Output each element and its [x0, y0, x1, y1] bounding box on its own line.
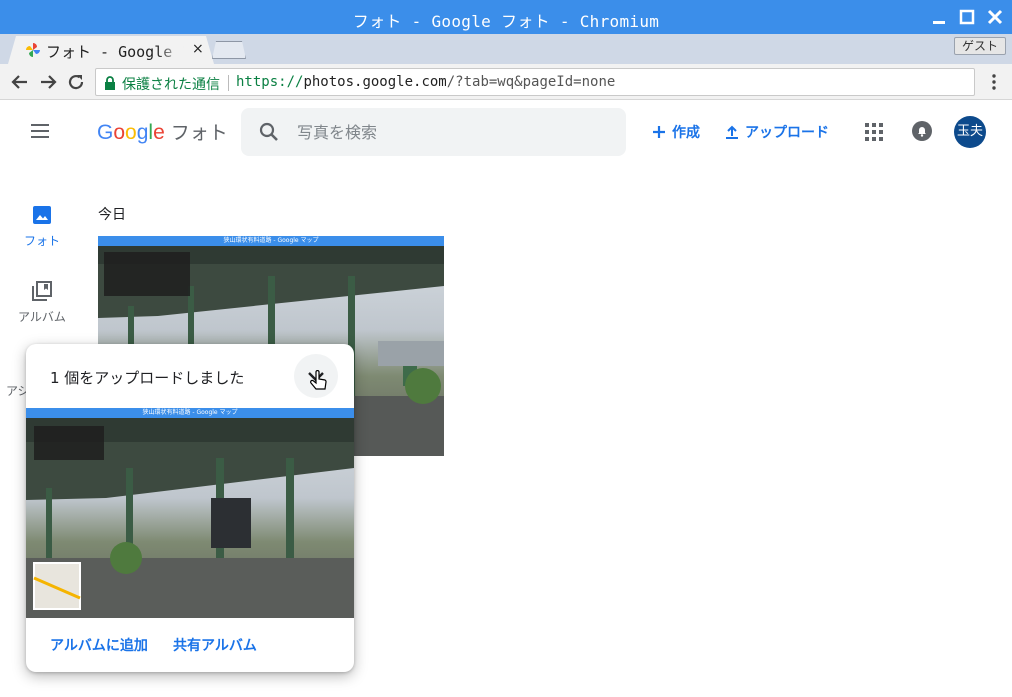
url-path: /?tab=wq&pageId=none [446, 74, 616, 90]
sidebar-item-photos[interactable]: フォト [2, 204, 82, 249]
browser-toolbar: 保護された通信 https://photos.google.com/?tab=w… [0, 64, 1012, 100]
reload-icon[interactable] [66, 72, 86, 92]
browser-menu-icon[interactable] [988, 74, 1000, 90]
screenshot-titlebar: 狭山環状有料道路 - Google マップ [98, 236, 444, 246]
tab-title: フォト - Google フォト [46, 43, 184, 61]
address-bar[interactable]: 保護された通信 https://photos.google.com/?tab=w… [95, 68, 975, 96]
minimize-icon[interactable] [930, 8, 948, 26]
tab-strip: フォト - Google フォト × ゲスト [0, 34, 1012, 64]
window-titlebar: フォト - Google フォト - Chromium [0, 0, 1012, 34]
window-title: フォト - Google フォト - Chromium [352, 12, 660, 31]
url-text[interactable]: https://photos.google.com/?tab=wq&pageId… [236, 74, 615, 90]
search-box[interactable] [241, 108, 626, 156]
forward-arrow-icon[interactable] [38, 72, 58, 92]
sidebar-item-albums[interactable]: アルバム [2, 280, 82, 325]
search-icon[interactable] [259, 122, 279, 142]
shared-album-button[interactable]: 共有アルバム [173, 635, 257, 655]
date-group-label: 今日 [98, 207, 126, 223]
upload-label: アップロード [745, 125, 829, 141]
google-photos-icon [26, 43, 40, 57]
product-name: フォト [170, 122, 228, 144]
main-menu-icon[interactable] [30, 122, 50, 140]
sidebar-item-label: フォト [23, 234, 60, 248]
create-button[interactable]: 作成 [652, 122, 700, 142]
tab-photos[interactable]: フォト - Google フォト × [8, 36, 214, 64]
add-to-album-button[interactable]: アルバムに追加 [50, 635, 148, 655]
toast-message: 1 個をアップロードしました [50, 369, 245, 387]
logo-letter: G [97, 121, 114, 144]
logo-letter: o [113, 121, 126, 144]
apps-grid-icon[interactable] [865, 123, 883, 141]
street-view-scene [26, 418, 354, 618]
url-scheme: https:// [236, 74, 304, 90]
lock-icon [105, 76, 115, 90]
omnibox-divider [228, 75, 229, 91]
guest-profile-button[interactable]: ゲスト [954, 37, 1006, 55]
url-host: photos.google.com [303, 74, 447, 90]
back-arrow-icon[interactable] [10, 72, 30, 92]
upload-complete-toast: 1 個をアップロードしました 狭山環状有料道路 - Google マップ アルバ [26, 344, 354, 672]
upload-button[interactable]: アップロード [725, 122, 829, 142]
maximize-icon[interactable] [958, 8, 976, 26]
close-window-icon[interactable] [986, 8, 1004, 26]
uploaded-photo-preview[interactable]: 狭山環状有料道路 - Google マップ [26, 408, 354, 618]
security-label: 保護された通信 [122, 77, 220, 93]
tab-close-icon[interactable]: × [192, 41, 204, 57]
notifications-bell-icon[interactable] [912, 121, 932, 141]
albums-icon [32, 281, 52, 301]
photo-icon [33, 206, 51, 224]
create-label: 作成 [672, 125, 700, 141]
google-photos-logo[interactable]: Google フォト [97, 118, 228, 145]
logo-letter: e [153, 121, 165, 144]
logo-letter: o [125, 121, 137, 144]
street-view-image [26, 418, 354, 618]
plus-icon [653, 126, 665, 138]
new-tab-button[interactable] [212, 41, 246, 59]
screenshot-titlebar: 狭山環状有料道路 - Google マップ [26, 408, 354, 418]
upload-icon [726, 125, 738, 139]
sidebar-item-label: アルバム [18, 310, 66, 324]
account-avatar[interactable]: 玉夫 [954, 116, 986, 148]
search-input[interactable] [297, 120, 607, 144]
hand-pointer-cursor-icon [310, 370, 327, 390]
logo-letter: g [136, 121, 149, 144]
